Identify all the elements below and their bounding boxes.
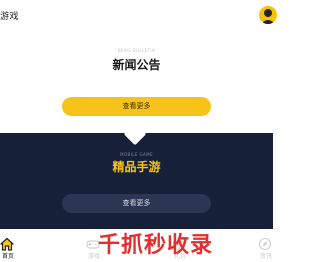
games-section-subtitle: MOBILE GAME [120,152,153,157]
nav-label-home: 首页 [1,253,14,260]
news-section-subtitle: NEWS BULLETIN [117,48,156,53]
home-icon [0,237,14,251]
news-section-title: 新闻公告 [112,58,161,72]
games-section-title: 精品手游 [112,160,161,174]
news-view-more-button[interactable]: 查看更多 [62,97,211,116]
compass-icon [258,237,272,251]
watermark-text: 千抓秒收录 [98,233,214,258]
user-avatar[interactable] [259,6,277,24]
games-view-more-button[interactable]: 查看更多 [62,194,211,213]
user-icon [261,9,275,24]
site-logo-text[interactable]: 游戏 [0,9,19,22]
top-bar: 游戏 [0,0,277,30]
nav-item-home[interactable]: 首页 [0,229,28,262]
nav-item-news[interactable]: 资讯 [246,229,286,262]
games-section [0,133,273,229]
nav-label-news: 资讯 [259,253,272,260]
